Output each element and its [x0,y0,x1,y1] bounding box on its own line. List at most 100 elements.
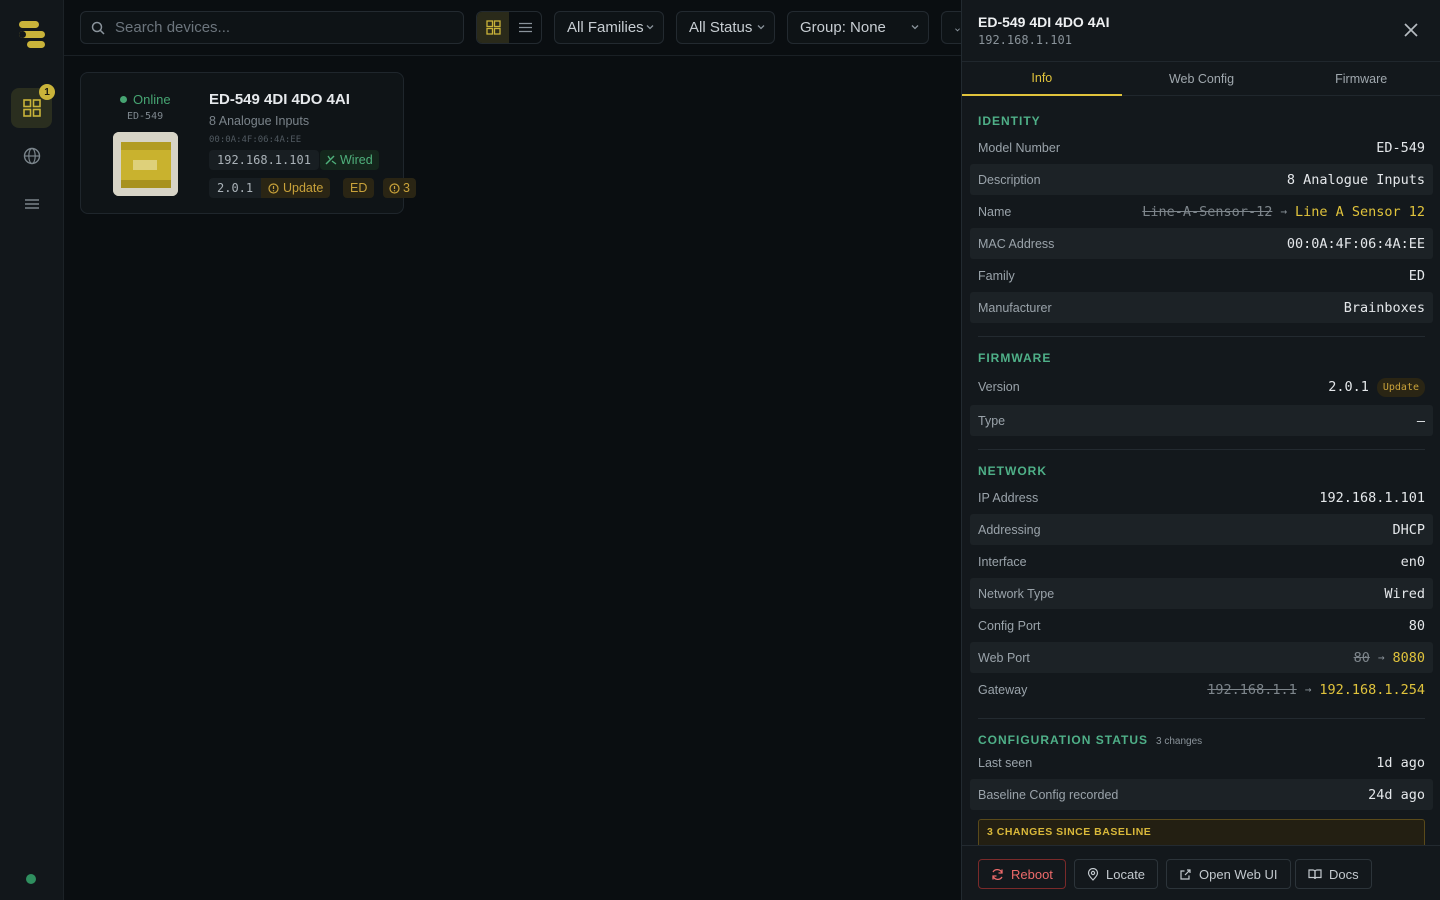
row-label: Addressing [978,522,1041,537]
row-label: IP Address [978,490,1039,505]
info-row-web-port: Web Port 80 → 8080 [970,642,1433,673]
status-indicator: Online [120,92,171,107]
chevron-down-icon [757,25,765,30]
old-value: 192.168.1.1 [1207,681,1297,698]
list-icon [518,22,532,33]
reboot-button[interactable]: Reboot [978,859,1066,889]
external-link-icon [1180,868,1191,880]
info-row-type: Type — [970,405,1433,436]
info-row-manufacturer: Manufacturer Brainboxes [970,292,1433,323]
row-value: 192.168.1.101 [1319,489,1425,506]
status-filter-value: All Status [689,19,753,36]
firmware-version: 2.0.1 [1328,379,1369,395]
panel-tabs: Info Web Config Firmware [962,61,1440,96]
new-value: 192.168.1.254 [1319,681,1425,698]
tab-firmware[interactable]: Firmware [1281,62,1440,96]
row-label: Network Type [978,586,1055,601]
device-mac: 00:0A:4F:06:4A:EE [209,135,302,145]
close-icon[interactable] [1402,21,1420,39]
row-label: Type [978,413,1006,428]
update-badge[interactable]: Update [261,178,331,198]
warning-count: 3 [403,181,410,195]
docs-button[interactable]: Docs [1295,859,1372,889]
old-value: 80 [1353,649,1370,666]
toolbar: All Families All Status Group: None [64,0,961,56]
row-value: 00:0A:4F:06:4A:EE [1286,235,1425,252]
group-filter-select[interactable]: Group: None [787,11,929,44]
row-value: Brainboxes [1343,299,1425,316]
grid-view-button[interactable] [477,12,509,43]
section-heading-config-status: CONFIGURATION STATUS 3 changes [978,733,1202,747]
family-badge: ED [343,178,375,198]
version-badge: 2.0.1 [209,178,262,198]
new-value: 8080 [1392,649,1425,666]
open-web-ui-button-label: Open Web UI [1199,866,1278,882]
chevron-down-icon [911,25,919,30]
plug-icon [325,155,337,165]
row-label: Interface [978,554,1027,569]
info-row-name: Name Line-A-Sensor-12 → Line A Sensor 12 [970,196,1433,227]
row-value: 1d ago [1376,754,1425,771]
row-label: MAC Address [978,236,1055,251]
info-row-model-number: Model Number ED-549 [970,132,1433,163]
refresh-icon [992,868,1003,880]
device-card[interactable]: Online ED-549 ED-549 4DI 4DO 4AI 8 Analo… [80,72,416,214]
row-label: Version [978,380,1020,394]
device-detail-panel: ED-549 4DI 4DO 4AI 192.168.1.101 Info We… [961,0,1440,900]
section-heading-identity: IDENTITY [978,114,1041,128]
row-label: Config Port [978,618,1041,633]
alert-circle-icon [268,182,279,194]
status-filter-select[interactable]: All Status [676,11,775,44]
nav-network-button[interactable] [11,136,52,176]
section-heading-network: NETWORK [978,464,1047,478]
connection-status-dot [26,874,36,884]
view-toggle [476,11,542,44]
model-label: ED-549 [127,111,164,122]
section-divider [978,336,1425,337]
old-value: Line-A-Sensor-12 [1142,203,1273,220]
row-value: 8 Analogue Inputs [1286,171,1425,188]
row-label: Manufacturer [978,300,1052,315]
row-value: 80 [1408,617,1425,634]
reboot-button-label: Reboot [1011,866,1053,882]
search-icon [91,21,105,35]
tab-web-config[interactable]: Web Config [1122,62,1282,96]
main-area: All Families All Status Group: None Onli… [64,0,961,900]
info-row-description: Description 8 Analogue Inputs [970,164,1433,195]
info-row-config-port: Config Port 80 [970,610,1433,641]
chevron-down-icon [646,25,654,30]
search-box[interactable] [80,11,464,44]
device-description: 8 Analogue Inputs [209,114,310,128]
grid-icon [485,20,501,35]
locate-button[interactable]: Locate [1074,859,1159,889]
panel-body: IDENTITY Model Number ED-549 Description… [962,96,1440,845]
open-web-ui-button[interactable]: Open Web UI [1166,859,1291,889]
new-value: Line A Sensor 12 [1294,203,1425,220]
docs-button-label: Docs [1329,866,1359,882]
section-divider [978,449,1425,450]
device-title: ED-549 4DI 4DO 4AI [209,91,350,108]
nav-menu-button[interactable] [11,184,52,224]
changes-banner[interactable]: 3 CHANGES SINCE BASELINE [978,819,1425,845]
sort-icon [955,27,960,31]
row-label: Baseline Config recorded [978,787,1119,802]
info-row-mac: MAC Address 00:0A:4F:06:4A:EE [970,228,1433,259]
devices-count-badge: 1 [39,84,55,100]
search-input[interactable] [115,19,435,36]
config-status-heading: CONFIGURATION STATUS [978,733,1148,747]
info-row-baseline: Baseline Config recorded 24d ago [970,779,1433,810]
firmware-update-pill[interactable]: Update [1376,377,1425,397]
panel-title: ED-549 4DI 4DO 4AI [978,14,1110,30]
row-value: Wired [1384,585,1425,602]
family-filter-select[interactable]: All Families [554,11,664,44]
app-logo-icon[interactable] [16,18,48,52]
sort-select[interactable] [941,11,961,44]
device-picture-icon [113,132,178,196]
book-icon [1308,869,1322,880]
update-badge-label: Update [283,181,324,195]
arrow-right-icon: → [1304,683,1312,696]
list-view-button[interactable] [509,12,541,43]
grid-icon [22,99,41,117]
menu-icon [24,199,39,209]
tab-info[interactable]: Info [962,62,1122,96]
